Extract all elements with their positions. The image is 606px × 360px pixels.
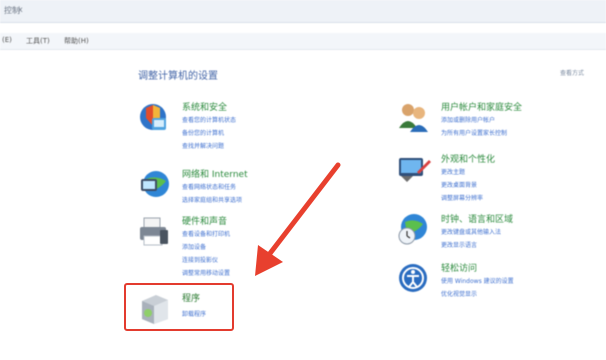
annotation-arrow: [255, 162, 341, 276]
